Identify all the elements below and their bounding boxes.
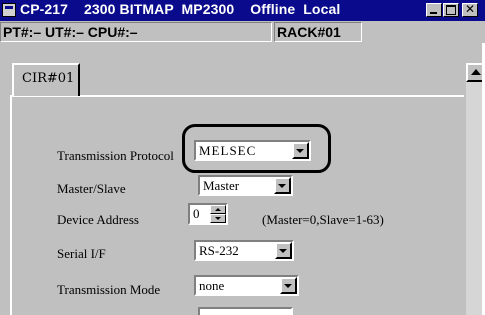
tab-cir01-label: CIR#01 bbox=[22, 71, 75, 86]
title-bar[interactable]: CP-217 2300 BITMAP MP2300 Offline Local … bbox=[0, 0, 485, 21]
maximize-button[interactable] bbox=[443, 3, 459, 17]
application-window: CP-217 2300 BITMAP MP2300 Offline Local … bbox=[0, 0, 485, 315]
tab-cir01[interactable]: CIR#01 bbox=[12, 63, 80, 96]
close-button[interactable]: ✕ bbox=[462, 3, 478, 17]
pt-ut-cpu-status: PT#:– UT#:– CPU#:– bbox=[0, 22, 272, 42]
minimize-button[interactable] bbox=[426, 3, 442, 17]
status-row: PT#:– UT#:– CPU#:– RACK#01 bbox=[0, 21, 485, 43]
rack-status: RACK#01 bbox=[274, 22, 362, 42]
app-window-icon[interactable] bbox=[2, 3, 16, 17]
tab-panel bbox=[10, 95, 464, 315]
window-title: CP-217 2300 BITMAP MP2300 Offline Local bbox=[20, 1, 341, 17]
